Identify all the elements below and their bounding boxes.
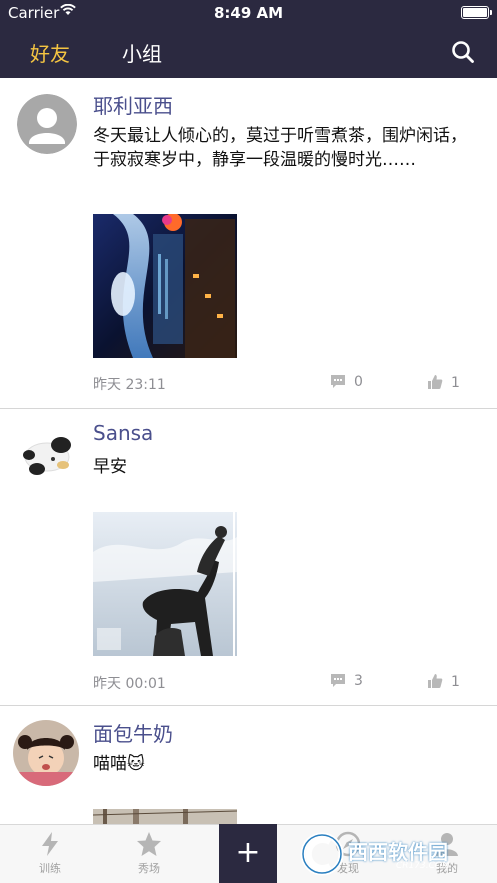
comment-count: 0 [354, 374, 363, 390]
tab-train[interactable]: 训练 [5, 831, 95, 876]
tab-friends[interactable]: 好友 [30, 38, 70, 67]
tab-discover[interactable]: 发现 [303, 831, 393, 876]
comment-button[interactable]: 3 [330, 673, 363, 689]
friends-feed[interactable]: 耶利亚西 冬天最让人倾心的，莫过于听雪煮茶，围炉闲话，于寂寂寒岁中，静享一段温暖… [0, 78, 497, 824]
like-button[interactable]: 1 [427, 673, 460, 690]
post-photo[interactable] [93, 214, 237, 358]
add-post-button[interactable]: + [219, 824, 277, 883]
post-photo[interactable] [93, 809, 237, 824]
clock: 8:49 AM [213, 4, 284, 22]
tab-label: 秀场 [138, 862, 160, 875]
like-button[interactable]: 1 [427, 374, 460, 391]
comment-button[interactable]: 0 [330, 374, 363, 390]
tab-label: 训练 [39, 862, 61, 875]
tab-show[interactable]: 秀场 [104, 831, 194, 876]
avatar[interactable] [13, 720, 79, 786]
post-text: 冬天最让人倾心的，莫过于听雪煮茶，围炉闲话，于寂寂寒岁中，静享一段温暖的慢时光…… [93, 126, 467, 170]
feed-post: 面包牛奶 喵喵🐱 [0, 706, 497, 824]
avatar[interactable] [17, 94, 77, 154]
post-time: 昨天 23:11 [93, 377, 166, 393]
battery-icon [461, 6, 492, 19]
tab-label: 我的 [436, 862, 458, 875]
star-icon [137, 832, 161, 856]
top-nav-bar: 好友 小组 [0, 26, 497, 78]
status-bar: Carrier 8:49 AM [0, 0, 497, 26]
comment-count: 3 [354, 673, 363, 689]
lightning-icon [42, 832, 58, 856]
thumbs-up-icon [428, 375, 443, 389]
post-photo[interactable] [93, 512, 237, 656]
post-text: 喵喵🐱 [93, 754, 145, 774]
comment-icon [331, 375, 345, 388]
post-time: 昨天 00:01 [93, 676, 166, 692]
tab-groups[interactable]: 小组 [122, 38, 162, 67]
compass-icon [335, 831, 361, 857]
person-icon [436, 833, 458, 856]
post-username[interactable]: Sansa [93, 421, 153, 445]
bottom-tab-bar: 训练 秀场 + 发现 我的 [0, 824, 497, 883]
tab-mine[interactable]: 我的 [402, 831, 492, 876]
avatar[interactable] [17, 425, 77, 485]
thumbs-up-icon [428, 674, 443, 688]
like-count: 1 [451, 674, 460, 690]
tab-label: 发现 [337, 862, 359, 875]
comment-icon [331, 674, 345, 687]
search-icon[interactable] [451, 40, 475, 64]
post-username[interactable]: 耶利亚西 [93, 90, 173, 119]
feed-post: Sansa 早安 昨天 00:01 3 1 [0, 409, 497, 706]
feed-post: 耶利亚西 冬天最让人倾心的，莫过于听雪煮茶，围炉闲话，于寂寂寒岁中，静享一段温暖… [0, 78, 497, 409]
post-text: 早安 [93, 457, 127, 477]
post-username[interactable]: 面包牛奶 [93, 718, 173, 747]
like-count: 1 [451, 375, 460, 391]
